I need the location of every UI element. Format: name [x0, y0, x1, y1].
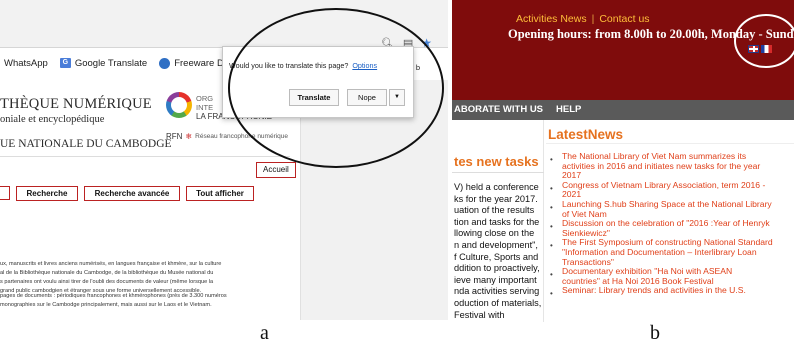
article-line: llowing close on the	[454, 228, 535, 239]
recherche-button[interactable]: Recherche	[16, 185, 78, 201]
article-line: ieve many important	[454, 274, 537, 285]
freeware-icon	[159, 57, 171, 69]
link-separator: |	[591, 13, 595, 25]
highlight-ellipse	[228, 8, 444, 168]
article-line: Festival with	[454, 309, 505, 320]
main-nav: ABORATE WITH US HELP	[452, 100, 794, 120]
news-item[interactable]: Congress of Vietnam Library Association,…	[548, 179, 794, 200]
google-translate-icon: G	[59, 58, 71, 68]
nav-item-help[interactable]: HELP	[556, 100, 581, 120]
screenshot-b: Activities News | Contact us Opening hours…	[452, 0, 794, 322]
rfn-label: RFN	[166, 132, 183, 141]
caption-b: b	[650, 322, 660, 344]
news-item[interactable]: The First Symposium of constructing Nati…	[548, 238, 794, 267]
top-links: Activities News | Contact us	[516, 13, 650, 25]
bookmark-whatsapp[interactable]: WhatsApp	[4, 58, 48, 69]
bookmark-google-translate[interactable]: G Google Translate	[59, 57, 148, 69]
paragraph-line: s partenaires ont voulu ainsi tirer de l…	[0, 279, 214, 285]
article-line: tion and tasks for the	[454, 216, 540, 227]
news-item[interactable]: Documentary exhibition "Ha Noi with ASEA…	[548, 267, 794, 286]
article-line: oduction of materials,	[454, 297, 542, 308]
rfn-logo-icon: ❄	[185, 132, 193, 141]
article-line: f Culture, Sports and	[454, 251, 539, 262]
paragraph-line: ux, manuscrits et livres anciens numéris…	[0, 261, 222, 267]
caption-a: a	[260, 322, 269, 344]
latest-news-panel: LatestNews The National Library of Viet …	[546, 120, 794, 322]
news-item[interactable]: Discussion on the celebration of "2016 :…	[548, 219, 794, 238]
news-line: Seminar: Library trends and activities i…	[562, 285, 746, 296]
recherche-avancee-button[interactable]: Recherche avancée	[84, 185, 180, 201]
news-item[interactable]: Seminar: Library trends and activities i…	[548, 285, 794, 299]
activities-news-link[interactable]: Activities News	[516, 13, 587, 25]
article-line: uation of the results	[454, 205, 535, 216]
news-item[interactable]: The National Library of Viet Nam summari…	[548, 151, 794, 181]
bookmark-label: Google Translate	[74, 57, 148, 69]
screenshot-a: 🔍︎ ▤ ★ WhatsApp G Google Translate Freew…	[0, 0, 448, 322]
contact-us-link[interactable]: Contact us	[599, 13, 649, 25]
site-header: Activities News | Contact us Opening hours…	[452, 0, 794, 100]
article-heading[interactable]: tes new tasks	[454, 154, 539, 169]
search-buttons-row: Recherche Recherche avancée Tout affiche…	[0, 184, 290, 202]
site-subtitle: oniale et encyclopédique	[0, 114, 105, 125]
collection-paragraph: pages de documents : périodiques francop…	[0, 292, 296, 310]
article-column: tes new tasks V) held a conference ks fo…	[452, 120, 544, 322]
divider	[0, 156, 290, 157]
article-line: ddition to proactively,	[454, 263, 540, 274]
paragraph-line: pages de documents : périodiques francop…	[0, 293, 227, 299]
accueil-button[interactable]: Accueil	[256, 162, 296, 178]
nav-item-collaborate[interactable]: ABORATE WITH US	[454, 100, 543, 120]
intro-paragraph: ux, manuscrits et livres anciens numéris…	[0, 260, 296, 296]
tout-afficher-button[interactable]: Tout afficher	[186, 185, 254, 201]
latest-news-heading: LatestNews	[546, 126, 794, 144]
site-title: THÈQUE NUMÉRIQUE	[0, 96, 152, 112]
news-list: The National Library of Viet Nam summari…	[548, 151, 794, 299]
article-line: ks for the year 2017.	[454, 193, 538, 204]
francophonie-logo-icon	[166, 92, 192, 118]
paragraph-line: al de la Bibliothèque nationale du Cambo…	[0, 270, 214, 276]
article-line: V) held a conference	[454, 182, 539, 192]
news-item[interactable]: Launching S.hub Sharing Space at the Nat…	[548, 199, 794, 219]
site-national: UE NATIONALE DU CAMBODGE	[0, 138, 172, 150]
bookmark-label: WhatsApp	[4, 57, 48, 69]
paragraph-line: monographies sur le Cambodge principalem…	[0, 302, 212, 308]
article-line: nda activities serving	[454, 286, 540, 297]
divider	[452, 172, 544, 173]
highlight-ellipse	[734, 14, 794, 68]
news-line: Congress of Vietnam Library Association,…	[562, 179, 766, 190]
article-line: n and development",	[454, 239, 538, 250]
news-line: activities in 2016 and initiates new tas…	[562, 160, 761, 171]
article-body: V) held a conference ks for the year 201…	[454, 182, 546, 321]
search-input-edge[interactable]	[0, 186, 10, 200]
